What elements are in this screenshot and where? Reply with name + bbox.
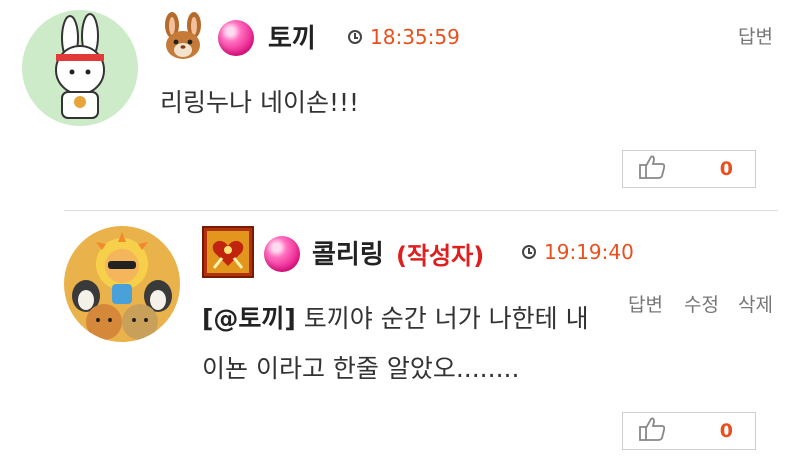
edit-button[interactable]: 수정 <box>684 290 719 317</box>
comment-text: 토끼야 순간 너가 나한테 내 <box>295 304 589 333</box>
comment-body: 리링누나 네이손!!! <box>160 88 360 117</box>
nickname[interactable]: 콜리링 <box>312 234 384 271</box>
author-tag: (작성자) <box>396 242 485 270</box>
delete-button[interactable]: 삭제 <box>738 290 773 317</box>
avatar[interactable] <box>64 226 180 342</box>
clock-icon <box>348 30 362 44</box>
like-count: 0 <box>719 158 733 180</box>
reply-button[interactable]: 답변 <box>628 290 663 317</box>
like-count: 0 <box>719 420 733 442</box>
like-button[interactable]: 0 <box>622 412 756 450</box>
reply-button[interactable]: 답변 <box>738 22 773 49</box>
rabbit-badge-icon <box>158 12 204 59</box>
comment-body-line1: [@토끼] 토끼야 순간 너가 나한테 내 <box>202 296 589 342</box>
timestamp: 19:19:40 <box>522 240 634 264</box>
thumbs-up-icon <box>637 416 667 446</box>
thumbs-up-icon <box>637 154 667 184</box>
level-gem-icon <box>218 20 254 56</box>
nickname[interactable]: 토끼 <box>268 18 316 55</box>
divider <box>64 210 778 211</box>
level-gem-icon <box>264 236 300 272</box>
heart-emblem-badge-icon <box>202 226 254 278</box>
avatar[interactable] <box>22 10 138 126</box>
time-text: 18:35:59 <box>370 25 460 49</box>
like-button[interactable]: 0 <box>622 150 756 188</box>
mention-tag[interactable]: [@토끼] <box>202 304 296 333</box>
clock-icon <box>522 245 536 259</box>
time-text: 19:19:40 <box>544 240 634 264</box>
timestamp: 18:35:59 <box>348 25 460 49</box>
comment-body-line2: 이뇬 이라고 한줄 알았오........ <box>202 354 520 383</box>
